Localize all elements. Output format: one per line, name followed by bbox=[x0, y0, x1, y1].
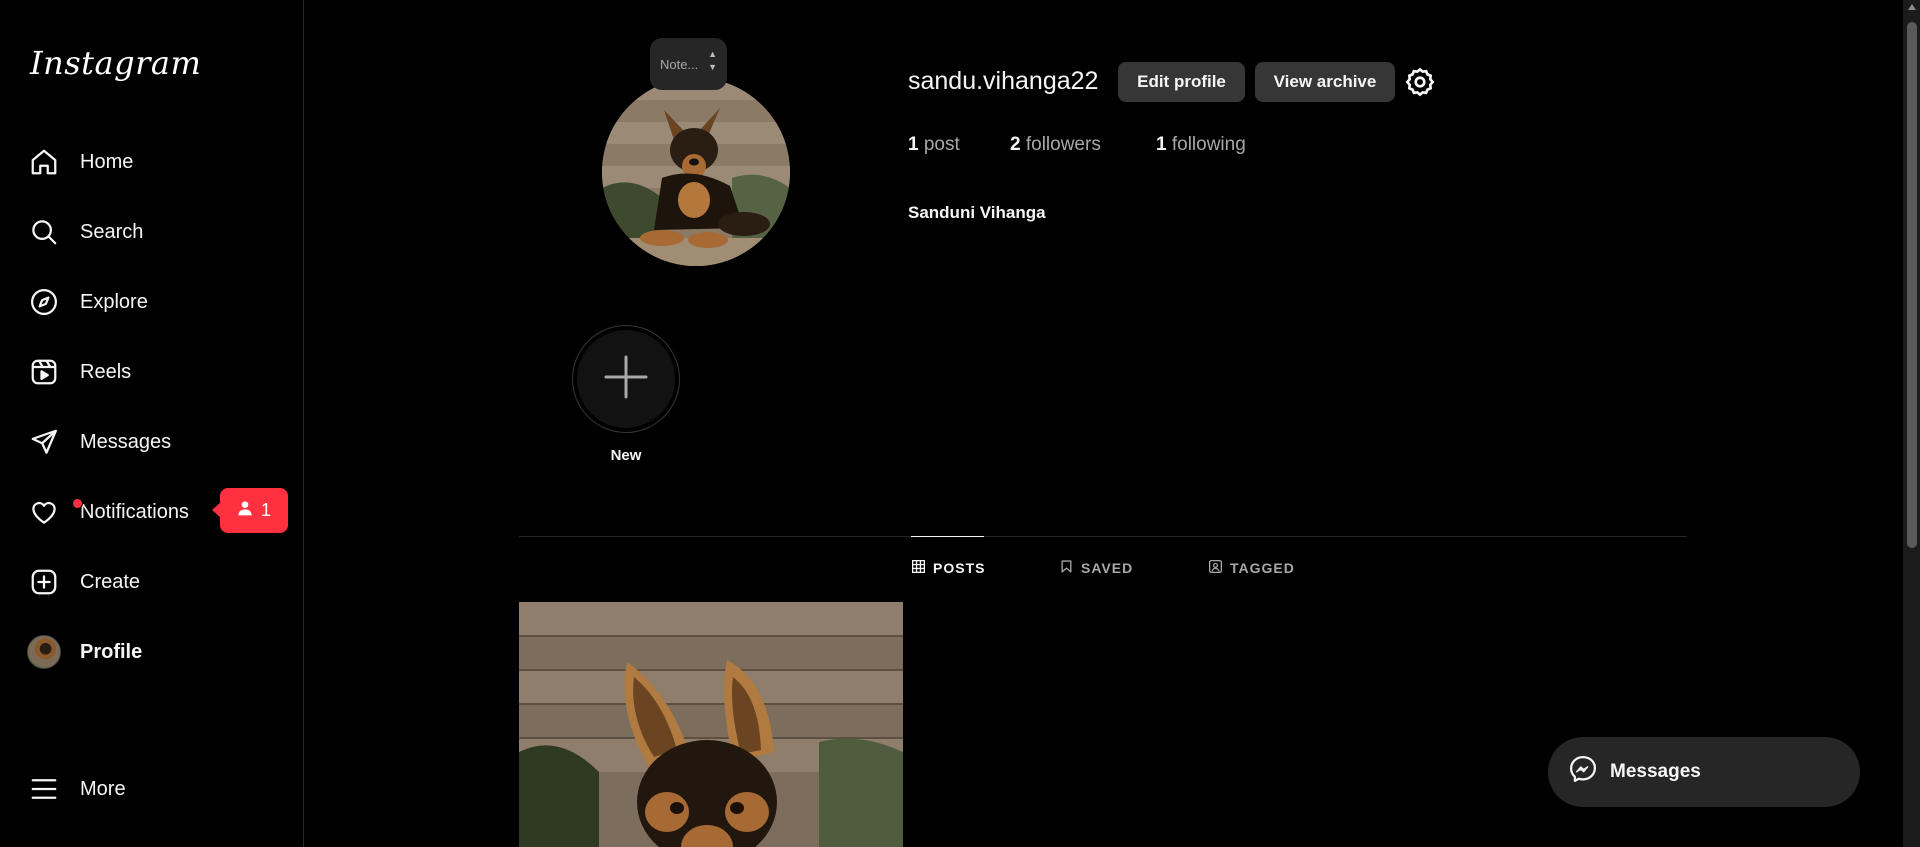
page-scrollbar[interactable] bbox=[1903, 0, 1920, 847]
notification-count: 1 bbox=[260, 500, 271, 520]
profile-username: sandu.vihanga22 bbox=[908, 67, 1099, 95]
sidebar: Instagram Home Search Explore Reels Mess… bbox=[0, 0, 304, 847]
reels-icon bbox=[22, 350, 66, 394]
messages-float-label: Messages bbox=[1610, 761, 1701, 782]
stat-followers[interactable]: 2 followers bbox=[1010, 134, 1101, 156]
scrollbar-thumb[interactable] bbox=[1907, 22, 1917, 548]
edit-profile-button[interactable]: Edit profile bbox=[1118, 62, 1245, 102]
new-highlight-label: New bbox=[610, 447, 642, 464]
instagram-logo[interactable]: Instagram bbox=[30, 44, 201, 82]
compass-icon bbox=[22, 280, 66, 324]
posts-count: 1 bbox=[908, 134, 919, 155]
note-bubble[interactable]: Note... ▲ ▼ bbox=[650, 38, 727, 90]
person-icon bbox=[237, 500, 253, 521]
tab-tagged[interactable]: TAGGED bbox=[1209, 560, 1295, 576]
sidebar-item-messages[interactable]: Messages bbox=[18, 414, 286, 470]
profile-picture[interactable] bbox=[602, 78, 790, 266]
post-thumbnail[interactable] bbox=[519, 602, 903, 847]
tab-saved[interactable]: SAVED bbox=[1060, 560, 1133, 576]
sidebar-item-home[interactable]: Home bbox=[18, 134, 286, 190]
sidebar-item-create[interactable]: Create bbox=[18, 554, 286, 610]
grid-icon bbox=[912, 560, 926, 576]
sidebar-item-more[interactable]: More bbox=[18, 761, 286, 817]
new-highlight-inner bbox=[577, 330, 675, 428]
paper-plane-icon bbox=[22, 420, 66, 464]
sidebar-item-label: Reels bbox=[80, 360, 132, 383]
messages-floating-button[interactable]: Messages bbox=[1548, 737, 1860, 807]
scroll-up-arrow-icon[interactable] bbox=[1908, 4, 1916, 10]
sidebar-item-explore[interactable]: Explore bbox=[18, 274, 286, 330]
heart-icon bbox=[22, 490, 66, 534]
profile-icon-wrap bbox=[22, 630, 66, 674]
notification-dot bbox=[72, 498, 83, 509]
home-icon bbox=[22, 140, 66, 184]
bookmark-icon bbox=[1060, 560, 1073, 576]
tabs-divider bbox=[519, 536, 1687, 537]
tagged-user-icon bbox=[1209, 560, 1223, 576]
stat-posts: 1 post bbox=[908, 134, 960, 156]
tab-label: SAVED bbox=[1081, 560, 1134, 576]
followers-count: 2 bbox=[1010, 134, 1021, 155]
sidebar-item-label: More bbox=[80, 777, 126, 800]
sidebar-item-label: Explore bbox=[80, 290, 148, 313]
active-tab-indicator bbox=[911, 536, 984, 537]
sidebar-item-label: Search bbox=[80, 220, 144, 243]
gear-icon[interactable] bbox=[1404, 66, 1436, 98]
stat-following[interactable]: 1 following bbox=[1156, 134, 1246, 156]
followers-label: followers bbox=[1025, 134, 1101, 155]
profile-full-name: Sanduni Vihanga bbox=[908, 203, 1046, 222]
sidebar-item-label: Notifications bbox=[80, 500, 189, 523]
plus-icon bbox=[602, 353, 650, 406]
tab-label: POSTS bbox=[933, 560, 986, 576]
following-label: following bbox=[1171, 134, 1246, 155]
following-count: 1 bbox=[1156, 134, 1167, 155]
tab-label: TAGGED bbox=[1230, 560, 1295, 576]
search-icon bbox=[22, 210, 66, 254]
sidebar-item-search[interactable]: Search bbox=[18, 204, 286, 260]
hamburger-icon bbox=[22, 767, 66, 811]
messenger-icon bbox=[1568, 754, 1598, 790]
notification-popup[interactable]: 1 bbox=[212, 488, 288, 533]
note-placeholder: Note... bbox=[660, 56, 699, 72]
sidebar-item-profile[interactable]: Profile bbox=[18, 624, 286, 680]
sidebar-item-label: Home bbox=[80, 150, 134, 173]
sidebar-item-label: Profile bbox=[80, 640, 143, 663]
avatar bbox=[27, 635, 61, 669]
sidebar-item-reels[interactable]: Reels bbox=[18, 344, 286, 400]
sidebar-item-label: Create bbox=[80, 570, 141, 593]
sidebar-item-label: Messages bbox=[80, 430, 172, 453]
note-scroll-arrows-icon: ▲ ▼ bbox=[708, 49, 717, 72]
view-archive-button[interactable]: View archive bbox=[1255, 62, 1395, 102]
plus-square-icon bbox=[22, 560, 66, 604]
posts-label: post bbox=[923, 134, 960, 155]
new-highlight-button[interactable] bbox=[572, 325, 680, 433]
tab-posts[interactable]: POSTS bbox=[912, 560, 985, 576]
